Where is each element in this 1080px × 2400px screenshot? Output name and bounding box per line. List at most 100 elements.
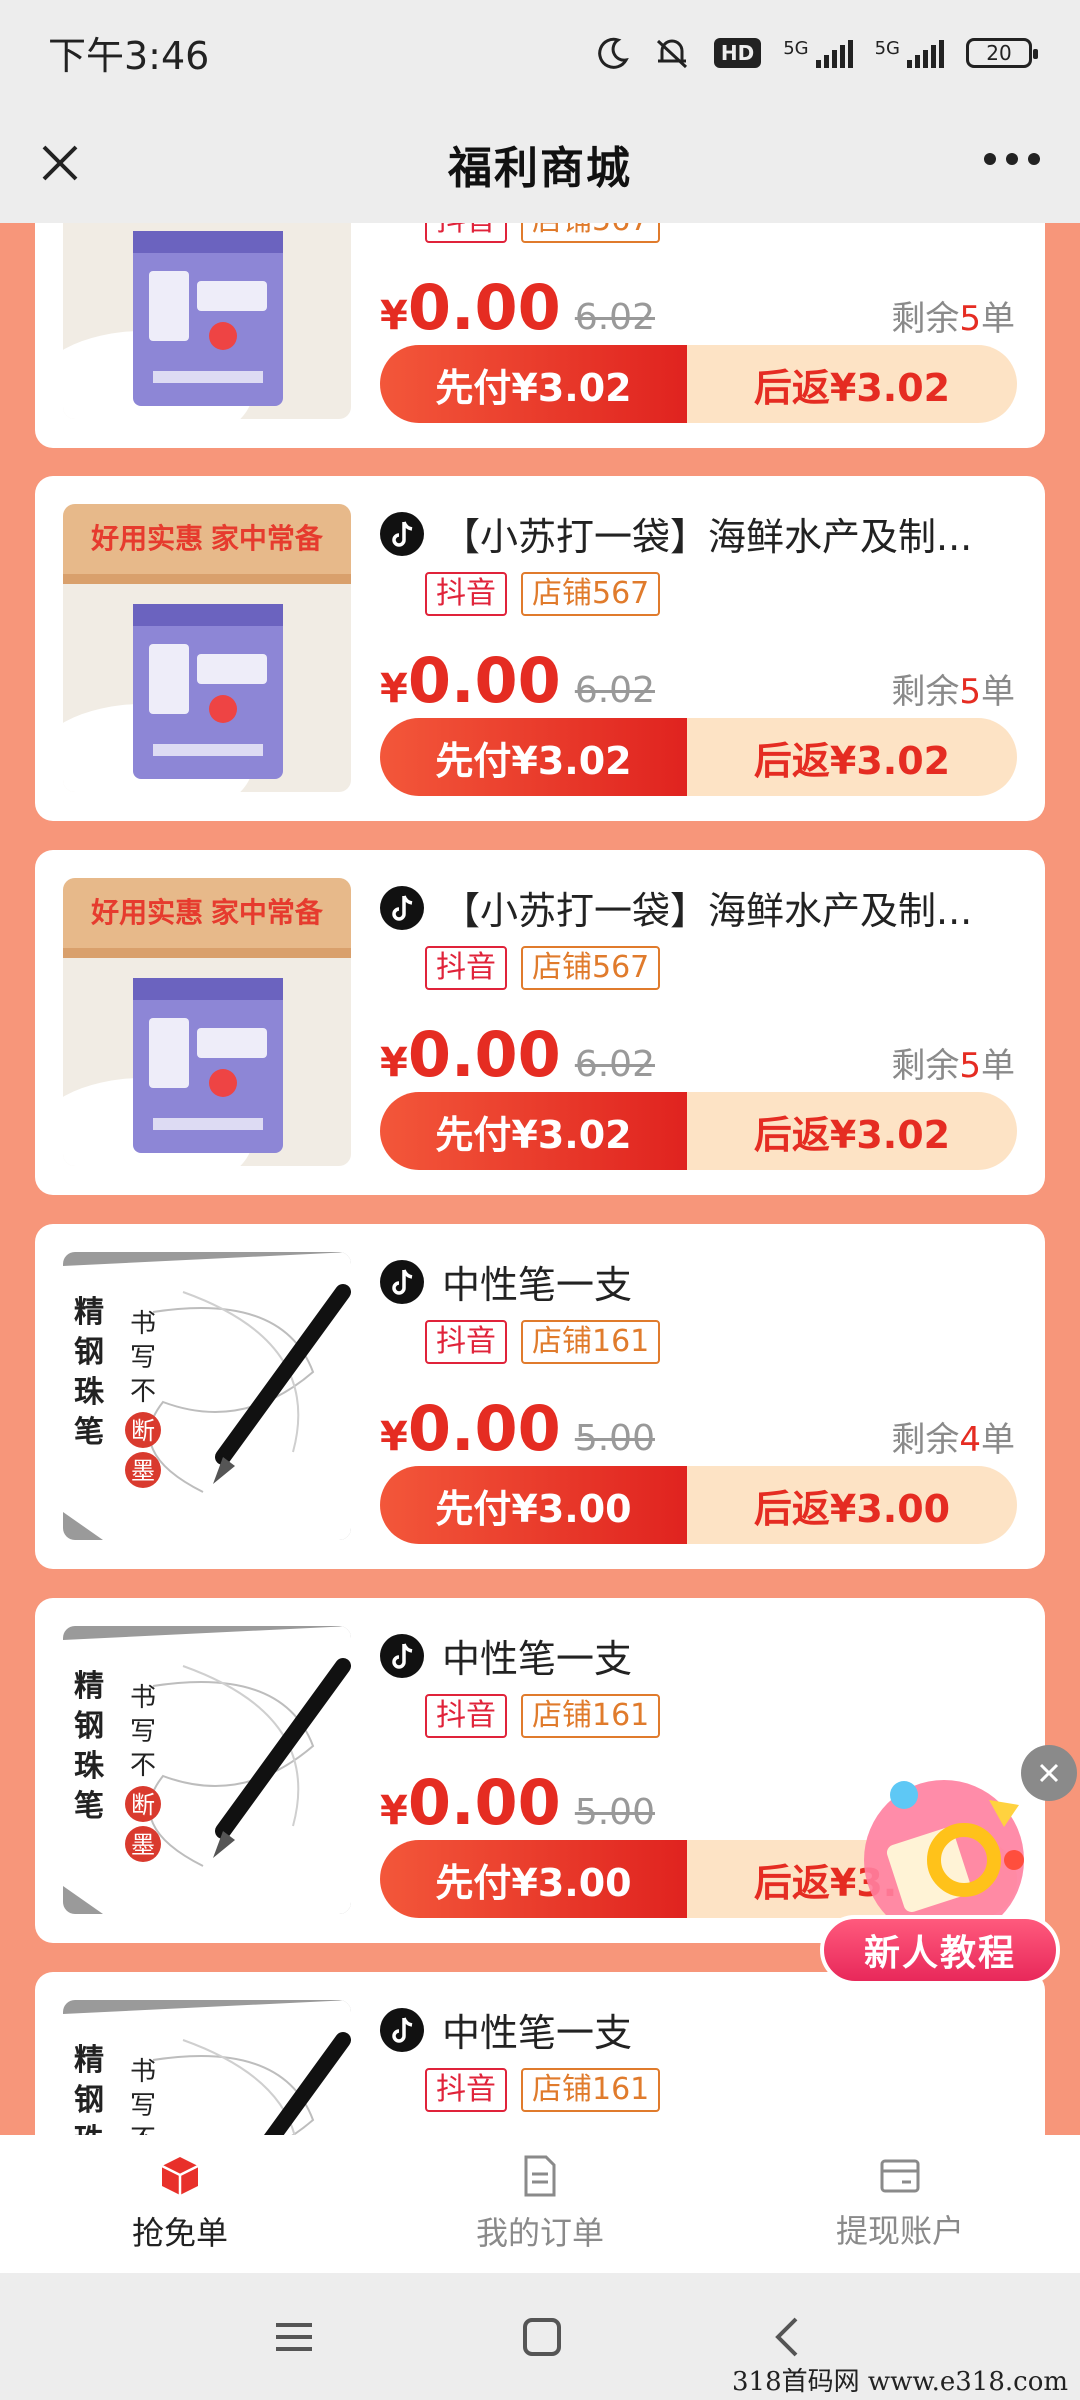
tab-label: 抢免单	[131, 2214, 228, 2252]
svg-text:书: 书	[130, 1308, 156, 1338]
product-image[interactable]: 好用实惠 家中常备	[63, 878, 351, 1166]
svg-text:写: 写	[130, 1716, 156, 1746]
product-title-row: 中性笔一支	[380, 2002, 1020, 2057]
product-title[interactable]: 【小苏打一袋】海鲜水产及制...	[442, 880, 972, 935]
prepay-button[interactable]: 先付¥3.02	[380, 718, 687, 796]
svg-text:不: 不	[130, 1750, 156, 1780]
tutorial-float-button[interactable]: 新人教程	[820, 1765, 1070, 1995]
signal-1-icon: 5G	[783, 38, 853, 68]
tab-free-order[interactable]: 抢免单	[0, 2135, 360, 2273]
product-image[interactable]: 精钢珠笔书写不断墨	[63, 1252, 351, 1540]
svg-text:断: 断	[131, 1418, 155, 1445]
tab-my-orders[interactable]: 我的订单	[360, 2135, 720, 2273]
price-currency: ¥	[380, 1040, 408, 1086]
product-title-row: 中性笔一支	[380, 1254, 1020, 1309]
shop-tag: 店铺161	[521, 2068, 661, 2112]
product-card[interactable]: 精钢珠笔 书写不断墨 中性笔一支 抖音 店铺161 ¥0.00 5.00 剩余4单 先付¥3.0…	[35, 1224, 1045, 1569]
soda-banner-text: 好用实惠 家中常备	[90, 896, 324, 928]
tiktok-icon	[380, 885, 424, 930]
cashback-button[interactable]: 后返¥3.02	[687, 1092, 1017, 1170]
current-price: 0.00	[407, 1766, 561, 1839]
product-image[interactable]: 好用实惠 家中常备	[63, 223, 351, 419]
platform-tag: 抖音	[425, 223, 507, 243]
svg-text:珠: 珠	[74, 1750, 105, 1783]
prepay-button[interactable]: 先付¥3.02	[380, 345, 687, 423]
shop-tag: 店铺567	[521, 572, 661, 616]
svg-text:珠: 珠	[74, 2124, 105, 2135]
svg-text:钢: 钢	[74, 1710, 104, 1743]
product-title[interactable]: 中性笔一支	[442, 1628, 632, 1683]
prepay-button[interactable]: 先付¥3.00	[380, 1466, 687, 1544]
cube-icon	[161, 2157, 199, 2195]
soda-banner-text: 好用实惠 家中常备	[90, 522, 324, 554]
product-tags: 抖音 店铺161	[425, 1320, 661, 1364]
product-card[interactable]: 好用实惠 家中常备 【小苏打一袋】海鲜水产及制... 抖音 店铺567 ¥0.00 6.0…	[35, 850, 1045, 1195]
product-title[interactable]: 中性笔一支	[442, 2002, 632, 2057]
float-close-icon[interactable]	[1021, 1745, 1077, 1801]
platform-tag: 抖音	[425, 1694, 507, 1738]
remaining-count: 剩余5单	[891, 1046, 1015, 1086]
page-title: 福利商城	[448, 143, 632, 194]
product-image[interactable]: 好用实惠 家中常备	[63, 504, 351, 792]
svg-text:书: 书	[130, 2056, 156, 2086]
status-bar: 下午3:46 HD 5G 5G 20	[0, 0, 1080, 105]
tab-label: 我的订单	[475, 2214, 604, 2252]
svg-text:墨: 墨	[131, 1832, 155, 1859]
tiktok-icon	[380, 511, 424, 556]
tutorial-label[interactable]: 新人教程	[820, 1915, 1060, 1985]
svg-text:钢: 钢	[74, 2084, 104, 2117]
tiktok-icon	[380, 1259, 424, 1304]
price-row: ¥0.00 5.00	[380, 1392, 655, 1465]
mute-bell-icon	[656, 39, 687, 68]
more-icon[interactable]	[984, 153, 1040, 165]
original-price: 5.00	[574, 1418, 655, 1459]
hd-badge: HD	[713, 37, 762, 68]
product-card[interactable]: 精钢珠笔书写不断墨 中性笔一支抖音店铺161	[35, 1972, 1045, 2135]
product-card[interactable]: 好用实惠 家中常备 【小苏打一袋】海鲜水产及制... 抖音 店铺567 ¥0.00 6.0…	[35, 476, 1045, 821]
remaining-count: 剩余4单	[891, 1420, 1015, 1460]
product-title-row: 【小苏打一袋】海鲜水产及制...	[380, 880, 1020, 935]
current-price: 0.00	[407, 271, 561, 344]
price-currency: ¥	[380, 666, 408, 712]
svg-text:精: 精	[74, 1296, 104, 1329]
svg-text:不: 不	[130, 2124, 156, 2135]
product-title[interactable]: 【小苏打一袋】海鲜水产及制...	[442, 506, 972, 561]
svg-text:书: 书	[130, 1682, 156, 1712]
shop-tag: 店铺161	[521, 1320, 661, 1364]
cashback-button[interactable]: 后返¥3.00	[687, 1466, 1017, 1544]
product-image[interactable]: 精钢珠笔书写不断墨	[63, 2000, 351, 2135]
product-tags: 抖音店铺567	[425, 223, 661, 243]
order-buttons: 先付¥3.02 后返¥3.02	[380, 718, 1017, 796]
close-icon[interactable]	[30, 133, 90, 193]
product-title[interactable]: 中性笔一支	[442, 1254, 632, 1309]
product-tags: 抖音店铺567	[425, 572, 661, 616]
shop-tag: 店铺161	[521, 1694, 661, 1738]
product-image[interactable]: 精钢珠笔书写不断墨	[63, 1626, 351, 1914]
status-icons: HD 5G 5G 20	[596, 35, 1038, 71]
product-card[interactable]: 好用实惠 家中常备【小苏打一袋】海鲜水产及制品抖音店铺567¥0.006.02剩…	[35, 223, 1045, 448]
shop-tag: 店铺567	[521, 946, 661, 990]
svg-text:写: 写	[130, 1342, 156, 1372]
menu-icon[interactable]	[272, 2317, 316, 2357]
tab-label: 提现账户	[835, 2212, 964, 2250]
product-title-row: 【小苏打一袋】海鲜水产及制...	[380, 506, 1020, 561]
home-icon[interactable]	[520, 2315, 564, 2359]
tiktok-icon	[380, 1633, 424, 1678]
svg-text:笔: 笔	[74, 1416, 104, 1449]
prepay-button[interactable]: 先付¥3.00	[380, 1840, 687, 1918]
product-tags: 抖音 店铺161	[425, 1694, 661, 1738]
platform-tag: 抖音	[425, 946, 507, 990]
prepay-button[interactable]: 先付¥3.02	[380, 1092, 687, 1170]
svg-text:笔: 笔	[74, 1790, 104, 1823]
order-buttons: 先付¥3.00 后返¥3.00	[380, 1466, 1017, 1544]
cashback-button[interactable]: 后返¥3.02	[687, 718, 1017, 796]
document-icon	[524, 2155, 556, 2197]
battery-level: 20	[986, 40, 1012, 65]
cashback-button[interactable]: 后返¥3.02	[687, 345, 1017, 423]
tab-withdraw-account[interactable]: 提现账户	[720, 2135, 1080, 2273]
price-currency: ¥	[380, 293, 408, 339]
back-icon[interactable]	[768, 2315, 808, 2359]
remaining-count: 剩余5单	[891, 299, 1015, 339]
current-price: 0.00	[407, 1392, 561, 1465]
price-row: ¥0.00 6.02	[380, 644, 655, 717]
